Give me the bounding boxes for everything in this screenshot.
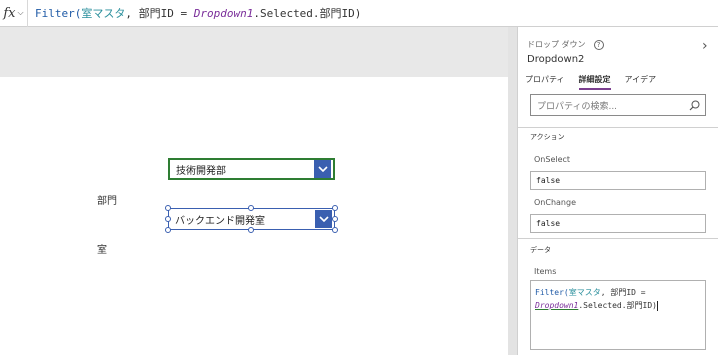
panel-tabs: プロパティ 詳細設定 アイデア (525, 74, 670, 90)
chevron-right-icon[interactable]: › (702, 38, 708, 54)
items-table-token: 室マスタ (568, 288, 601, 297)
onchange-input[interactable]: false (530, 214, 706, 233)
onselect-input[interactable]: false (530, 171, 706, 190)
tab-advanced[interactable]: 詳細設定 (578, 74, 611, 90)
search-icon[interactable] (686, 100, 702, 111)
property-search-input[interactable]: プロパティの検索... (530, 94, 706, 116)
control-name: Dropdown2 (527, 54, 585, 65)
formula-tail-token: .Selected.部門ID) (253, 7, 362, 20)
items-tail-token: .Selected.部門ID) (578, 301, 657, 310)
items-var-token: Dropdown1 (535, 301, 579, 310)
formula-table-token: 室マスタ (81, 7, 126, 20)
onchange-label: OnChange (534, 198, 576, 207)
tab-properties[interactable]: プロパティ (525, 74, 565, 90)
resize-handle[interactable] (165, 216, 171, 222)
chevron-down-icon[interactable] (314, 160, 331, 178)
divider (518, 127, 718, 128)
formula-mid-token: , 部門ID = (125, 7, 194, 20)
formula-fn-token: Filter( (35, 7, 82, 20)
resize-handle[interactable] (165, 205, 171, 211)
items-formula-input[interactable]: Filter(室マスタ, 部門ID = Dropdown1.Selected.部… (530, 280, 706, 350)
items-fn-token: Filter( (535, 288, 569, 297)
onselect-label: OnSelect (534, 155, 571, 164)
panel-header: ドロップ ダウン ? Dropdown2 › プロパティ 詳細設定 アイデア プ… (518, 27, 718, 127)
dept-dropdown[interactable]: 技術開発部 (168, 158, 335, 180)
formula-bar: fx ⌵ Filter(室マスタ, 部門ID = Dropdown1.Selec… (0, 0, 718, 27)
resize-handle[interactable] (332, 227, 338, 233)
items-label: Items (534, 267, 557, 276)
resize-handle[interactable] (165, 227, 171, 233)
app-screen[interactable]: 部門 技術開発部 室 バックエンド開発室 (0, 77, 508, 355)
text-caret (656, 300, 658, 311)
resize-handle[interactable] (248, 227, 254, 233)
control-type-label: ドロップ ダウン (527, 40, 586, 49)
section-data-label: データ (530, 246, 551, 254)
fx-label: fx (3, 5, 16, 21)
divider (518, 238, 718, 239)
help-icon[interactable]: ? (593, 39, 604, 50)
tab-ideas[interactable]: アイデア (625, 74, 657, 90)
search-placeholder: プロパティの検索... (537, 101, 618, 112)
formula-var-token: Dropdown1 (193, 7, 254, 20)
dept-label: 部門 (97, 196, 117, 207)
properties-panel: ドロップ ダウン ? Dropdown2 › プロパティ 詳細設定 アイデア プ… (518, 27, 718, 355)
canvas-area: 部門 技術開発部 室 バックエンド開発室 (0, 27, 508, 355)
control-type: ドロップ ダウン ? (527, 39, 604, 50)
room-label: 室 (97, 245, 107, 256)
panel-gutter (508, 27, 518, 355)
fx-button[interactable]: fx ⌵ (0, 0, 28, 27)
chevron-down-icon[interactable] (315, 210, 332, 228)
formula-input[interactable]: Filter(室マスタ, 部門ID = Dropdown1.Selected.部… (28, 5, 361, 21)
dept-dropdown-value: 技術開発部 (176, 165, 226, 177)
chevron-down-icon: ⌵ (17, 8, 24, 17)
resize-handle[interactable] (332, 205, 338, 211)
items-mid-token: , 部門ID = (600, 288, 646, 297)
resize-handle[interactable] (332, 216, 338, 222)
room-dropdown-value: バックエンド開発室 (175, 215, 265, 227)
section-action-label: アクション (530, 133, 565, 141)
resize-handle[interactable] (248, 205, 254, 211)
